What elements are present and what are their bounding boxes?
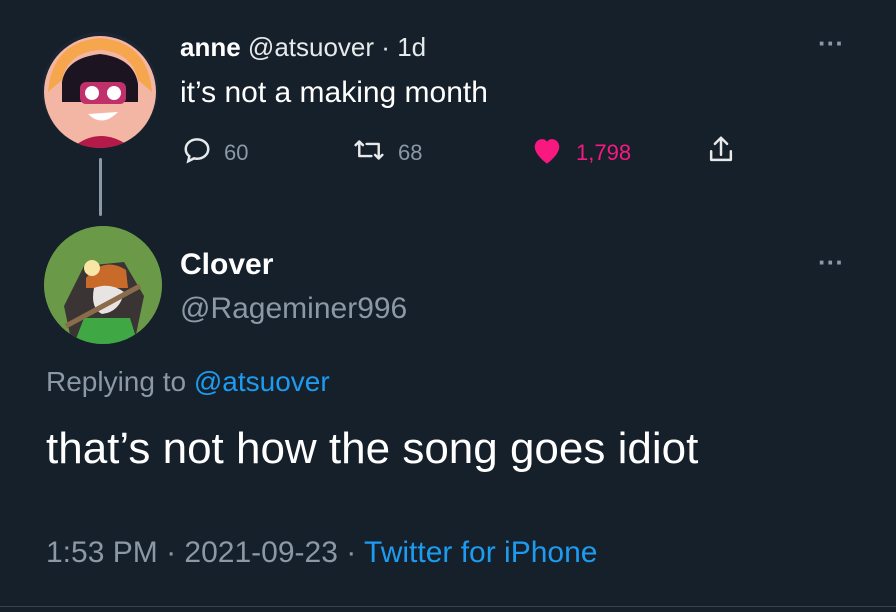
separator: · (381, 32, 390, 62)
avatar-anne[interactable] (42, 32, 158, 148)
timestamp[interactable]: 1:53 PM (46, 536, 158, 569)
divider (0, 606, 896, 607)
heart-icon (530, 135, 564, 171)
display-name[interactable]: anne (180, 32, 241, 62)
separator: · (166, 536, 177, 569)
replying-prefix: Replying to (46, 366, 187, 397)
more-options-button[interactable]: ··· (818, 247, 844, 278)
tweet-text: it’s not a making month (180, 76, 488, 109)
retweet-count: 68 (398, 140, 423, 165)
like-count: 1,798 (576, 140, 632, 165)
tweet-meta: 1:53 PM · 2021-09-23 · Twitter for iPhon… (46, 536, 597, 570)
reply-icon (182, 135, 212, 171)
replying-to: Replying to @atsuover (46, 366, 330, 398)
tweet-text: that’s not how the song goes idiot (46, 424, 699, 473)
more-options-button[interactable]: ··· (818, 28, 844, 59)
reply-count: 60 (224, 140, 249, 165)
retweet-icon (352, 135, 386, 171)
separator: · (346, 536, 357, 569)
handle[interactable]: @atsuover (248, 32, 374, 62)
thread-line (99, 158, 102, 216)
reply-button[interactable]: 60 (182, 135, 248, 171)
avatar-clover[interactable] (44, 226, 162, 344)
mention-link[interactable]: @atsuover (194, 366, 330, 397)
date[interactable]: 2021-09-23 (184, 536, 337, 569)
retweet-button[interactable]: 68 (352, 135, 422, 171)
like-button[interactable]: 1,798 (530, 135, 631, 171)
source-link[interactable]: Twitter for iPhone (364, 536, 597, 569)
share-button[interactable] (706, 135, 736, 171)
tweet-header: anne @atsuover · 1d (180, 32, 426, 63)
handle[interactable]: @Rageminer996 (180, 292, 407, 326)
share-icon (706, 134, 736, 172)
display-name[interactable]: Clover (180, 248, 273, 282)
timestamp[interactable]: 1d (397, 32, 426, 62)
